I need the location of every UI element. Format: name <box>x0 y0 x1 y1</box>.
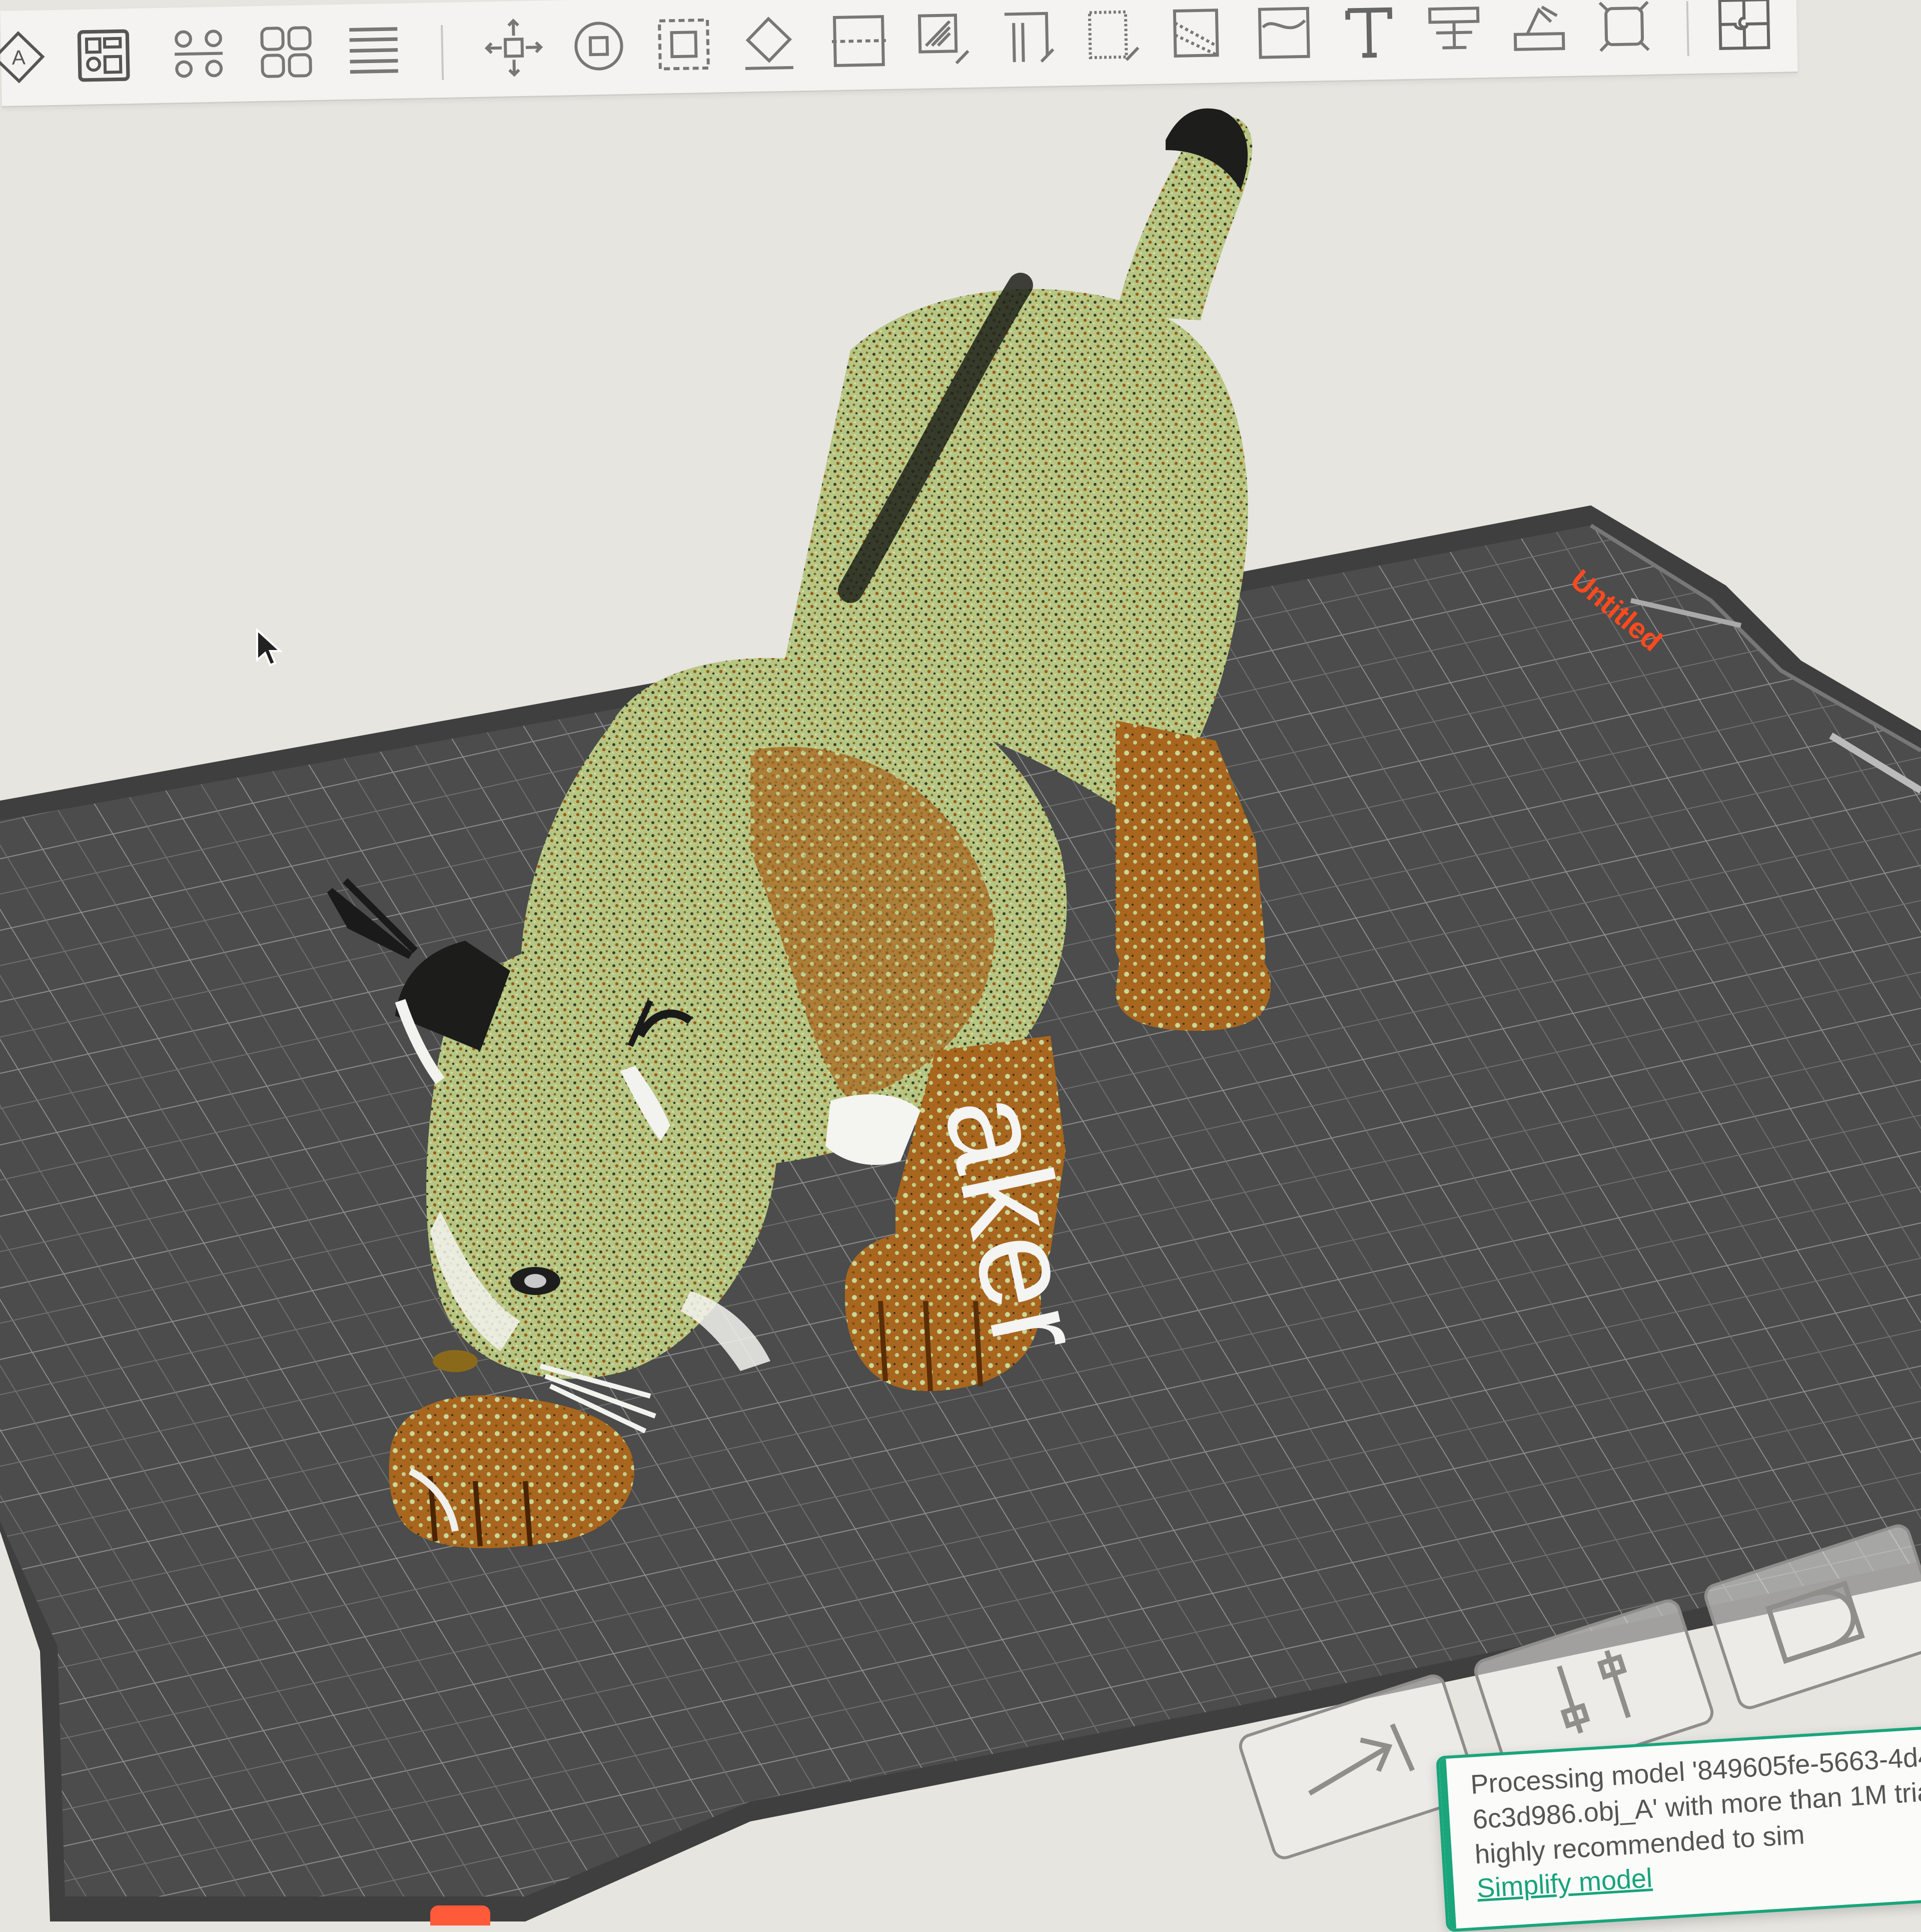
color-paint-icon[interactable] <box>1166 2 1232 68</box>
sliders-icon <box>1557 1650 1631 1734</box>
notification-message: Processing model '849605fe-5663-4d4 6c3d… <box>1469 1741 1921 1870</box>
cut-icon[interactable] <box>826 8 892 74</box>
bottom-left-tab[interactable] <box>430 1905 490 1925</box>
arrow-to-bar-icon <box>1308 1723 1415 1796</box>
scale-icon[interactable] <box>651 12 717 78</box>
fuzzy-skin-icon[interactable] <box>1081 3 1147 69</box>
toolbar-separator <box>1686 1 1689 57</box>
measure-icon[interactable] <box>1421 0 1487 63</box>
move-icon[interactable] <box>481 15 547 81</box>
rotate-icon[interactable] <box>566 13 632 79</box>
assembly-icon[interactable] <box>1506 0 1572 61</box>
split-layout-icon[interactable] <box>253 19 319 85</box>
layers-list-icon[interactable] <box>341 17 407 83</box>
auto-orient-icon[interactable]: A <box>0 24 52 90</box>
preview-icon <box>1765 1580 1865 1664</box>
auto-orient-label: A <box>12 46 26 69</box>
mouse-cursor-icon <box>256 628 283 667</box>
toolbar-separator <box>441 25 444 81</box>
lay-on-face-icon[interactable] <box>736 10 802 76</box>
puzzle-icon[interactable] <box>1711 0 1777 57</box>
text-icon[interactable] <box>1336 0 1402 65</box>
orient-pattern-icon[interactable] <box>166 21 232 87</box>
support-paint-icon[interactable] <box>911 7 977 73</box>
arrange-icon[interactable] <box>71 23 137 89</box>
boolean-icon[interactable] <box>1591 0 1657 60</box>
seam-paint-icon[interactable] <box>996 5 1062 71</box>
variable-height-icon[interactable] <box>1251 0 1317 66</box>
